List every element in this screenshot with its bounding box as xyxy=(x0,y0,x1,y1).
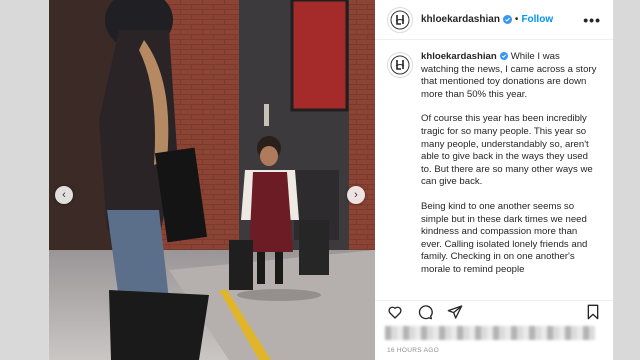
instagram-post: ‹ › khloekardashian • Follow ••• khloeka… xyxy=(48,0,614,360)
caption-avatar[interactable] xyxy=(387,52,413,78)
username-link[interactable]: khloekardashian xyxy=(421,14,500,25)
video-frame xyxy=(49,0,375,360)
post-video[interactable]: ‹ › xyxy=(49,0,375,360)
follow-button[interactable]: Follow xyxy=(521,14,553,25)
avatar-logo-icon xyxy=(390,55,410,75)
caption-text: khloekardashian While I was watching the … xyxy=(421,51,599,289)
caption-paragraph: Of course this year has been incredibly … xyxy=(421,113,593,188)
caption-paragraph: Being kind to one another seems so simpl… xyxy=(421,200,588,275)
separator-dot: • xyxy=(514,14,519,25)
more-options-icon[interactable]: ••• xyxy=(583,12,601,28)
post-side-panel: khloekardashian • Follow ••• khloekardas… xyxy=(375,0,613,360)
verified-badge-icon xyxy=(499,52,508,60)
action-bar xyxy=(375,300,613,322)
bookmark-icon[interactable] xyxy=(585,304,601,320)
caption-username[interactable]: khloekardashian xyxy=(421,51,497,62)
share-icon[interactable] xyxy=(447,304,463,320)
post-header: khloekardashian • Follow ••• xyxy=(375,0,613,40)
likes-count-blurred xyxy=(385,326,595,340)
avatar[interactable] xyxy=(387,6,413,33)
post-timestamp: 16 HOURS AGO xyxy=(387,347,440,354)
caption-area[interactable]: khloekardashian While I was watching the … xyxy=(375,41,613,299)
avatar-logo-icon xyxy=(390,10,410,29)
heart-icon[interactable] xyxy=(387,304,403,320)
verified-badge-icon xyxy=(502,15,512,24)
comment-icon[interactable] xyxy=(417,304,433,320)
next-button[interactable]: › xyxy=(347,186,365,204)
previous-button[interactable]: ‹ xyxy=(55,186,73,204)
